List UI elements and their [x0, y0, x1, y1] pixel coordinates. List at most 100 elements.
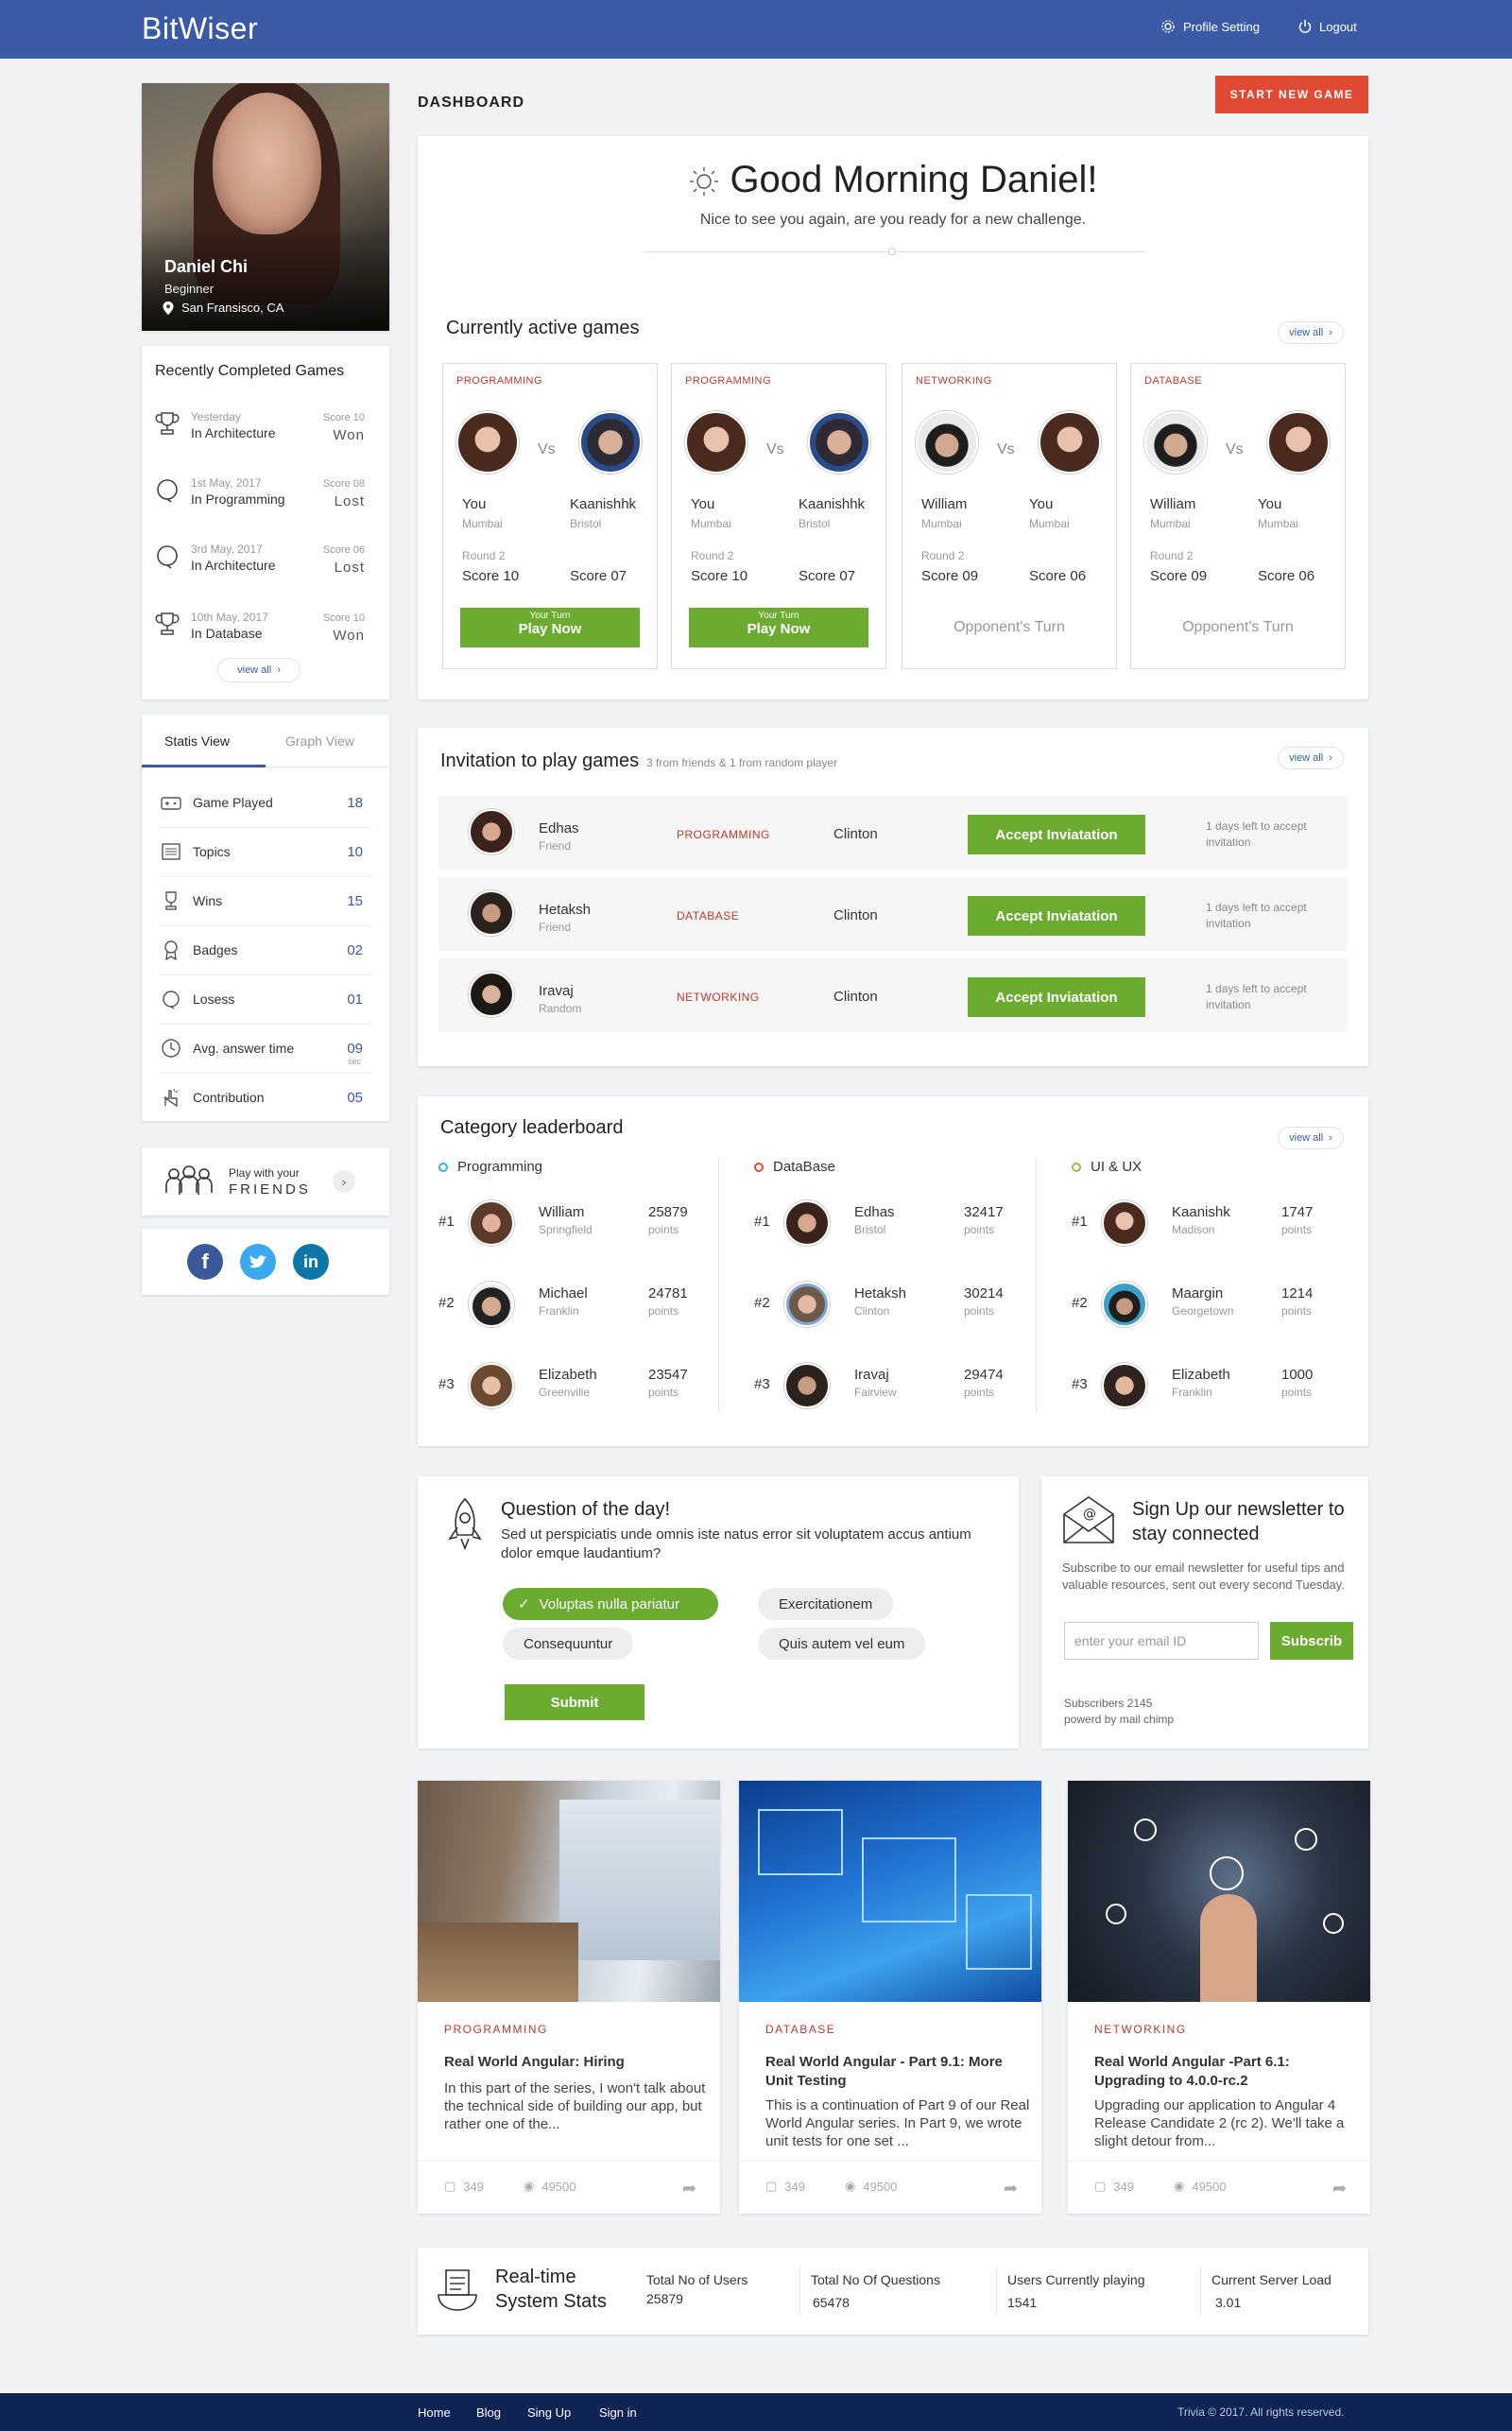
recent-games-panel: Recently Completed Games Yesterday In Ar…	[142, 346, 389, 699]
game-card[interactable]: PROGRAMMING Vs You Mumbai Kaanishhk Bris…	[442, 363, 658, 669]
profile-card[interactable]: Daniel Chi Beginner San Fransisco, CA	[142, 83, 389, 331]
avatar	[1102, 1200, 1147, 1246]
badge-icon	[164, 940, 178, 960]
leaderboard-row[interactable]: #1 William Springfield 25879 points	[438, 1197, 722, 1250]
footer-link-home[interactable]: Home	[418, 2405, 451, 2420]
ring-icon	[163, 991, 180, 1009]
share-icon[interactable]: ➦	[682, 2179, 696, 2198]
stat-row-losses: Losess 01	[159, 975, 372, 1025]
active-games-view-all[interactable]: view all ›	[1278, 321, 1344, 344]
profile-name: Daniel Chi	[164, 257, 249, 276]
group-icon	[165, 1165, 213, 1195]
start-new-game-button[interactable]: START NEW GAME	[1215, 76, 1368, 113]
game-card[interactable]: DATABASE Vs William Mumbai You Mumbai Ro…	[1130, 363, 1346, 669]
ring-icon	[157, 545, 178, 569]
circle-icon	[754, 1162, 764, 1172]
mail-icon: @	[1063, 1496, 1114, 1543]
leaderboard-row[interactable]: #2 Hetaksh Clinton 30214 points	[754, 1278, 1038, 1331]
recent-game-item[interactable]: 1st May, 2017 In Programming Score 08 Lo…	[142, 473, 389, 531]
invitations-view-all[interactable]: view all ›	[1278, 747, 1344, 769]
logout-link[interactable]: Logout	[1298, 19, 1357, 34]
play-with-friends-button[interactable]: Play with your FRIENDS ›	[142, 1147, 389, 1216]
avatar	[784, 1200, 830, 1246]
stat-row-topics: Topics 10	[159, 828, 372, 877]
leaderboard-row[interactable]: #2 Maargin Georgetown 1214 points	[1072, 1278, 1355, 1331]
profile-setting-link[interactable]: Profile Setting	[1160, 19, 1260, 34]
subscriber-info: Subscribers 2145 powerd by mail chimp	[1064, 1697, 1175, 1726]
power-icon	[1298, 20, 1312, 33]
share-icon[interactable]: ➦	[1332, 2179, 1347, 2198]
leaderboard-row[interactable]: #1 Edhas Bristol 32417 points	[754, 1197, 1038, 1250]
blog-card[interactable]: DATABASE Real World Angular - Part 9.1: …	[739, 1781, 1041, 2214]
accept-invitation-button[interactable]: Accept Inviatation	[968, 977, 1145, 1017]
stat-row-games-played: Game Played 18	[159, 779, 372, 828]
list-icon	[162, 843, 180, 860]
linkedin-icon[interactable]: in	[293, 1244, 329, 1280]
comments-count[interactable]: ▢ 349	[444, 2179, 484, 2194]
app-logo[interactable]: BitWiser	[142, 11, 258, 46]
answer-option[interactable]: Quis autem vel eum	[758, 1628, 926, 1660]
views-count: ◉ 49500	[524, 2179, 576, 2194]
play-now-button[interactable]: Your Turn Play Now	[689, 608, 868, 647]
newsletter-title: Sign Up our newsletter to stay connected	[1132, 1499, 1345, 1544]
twitter-icon[interactable]	[240, 1244, 276, 1280]
leaderboard-row[interactable]: #1 Kaanishk Madison 1747 points	[1072, 1197, 1355, 1250]
opponent-turn-status: Opponent's Turn	[954, 619, 1065, 635]
answer-option[interactable]: Consequuntur	[503, 1628, 634, 1660]
game-card[interactable]: PROGRAMMING Vs You Mumbai Kaanishhk Bris…	[671, 363, 886, 669]
share-icon[interactable]: ➦	[1004, 2179, 1018, 2198]
profile-setting-label: Profile Setting	[1183, 19, 1260, 34]
question-text: Sed ut perspiciatis unde omnis iste natu…	[501, 1526, 971, 1561]
blog-card[interactable]: NETWORKING Real World Angular -Part 6.1:…	[1068, 1781, 1370, 2214]
controller-icon	[161, 797, 181, 810]
avatar	[1102, 1282, 1147, 1327]
recent-view-all-button[interactable]: view all ›	[217, 658, 301, 682]
leaderboard-row[interactable]: #3 Iravaj Fairview 29474 points	[754, 1359, 1038, 1412]
avatar	[1267, 411, 1330, 474]
leaderboard-row[interactable]: #3 Elizabeth Franklin 1000 points	[1072, 1359, 1355, 1412]
profile-photo	[213, 93, 321, 234]
recent-game-item[interactable]: Yesterday In Architecture Score 10 Won	[142, 406, 389, 465]
game-card[interactable]: NETWORKING Vs William Mumbai You Mumbai …	[902, 363, 1117, 669]
accept-invitation-button[interactable]: Accept Inviatation	[968, 896, 1145, 936]
play-now-button[interactable]: Your Turn Play Now	[460, 608, 640, 647]
stat-row-contribution: Contribution 05	[159, 1074, 372, 1123]
submit-answer-button[interactable]: Submit	[505, 1684, 644, 1720]
facebook-icon[interactable]: f	[187, 1244, 223, 1280]
footer-link-signin[interactable]: Sign in	[599, 2405, 637, 2420]
trophy-icon	[155, 612, 180, 635]
footer-link-signup[interactable]: Sing Up	[527, 2405, 571, 2420]
chevron-right-icon: ›	[333, 1170, 355, 1193]
newsletter-text: Subscribe to our email newsletter for us…	[1062, 1560, 1345, 1592]
answer-option-selected[interactable]: ✓ Voluptas nulla pariatur	[503, 1588, 718, 1620]
recent-game-item[interactable]: 10th May, 2017 In Database Score 10 Won	[142, 607, 389, 665]
invitations-subtitle: 3 from friends & 1 from random player	[646, 756, 838, 769]
gear-icon	[1161, 20, 1175, 33]
leaderboard-row[interactable]: #2 Michael Franklin 24781 points	[438, 1278, 722, 1331]
sun-icon	[690, 167, 719, 197]
stats-tabs: Statis View Graph View	[142, 715, 389, 767]
views-count: ◉ 49500	[1174, 2179, 1227, 2194]
email-field[interactable]: enter your email ID	[1064, 1622, 1259, 1660]
comments-count[interactable]: ▢ 349	[1094, 2179, 1134, 2194]
invitation-row: Edhas Friend PROGRAMMING Clinton Accept …	[438, 796, 1348, 870]
accept-invitation-button[interactable]: Accept Inviatation	[968, 815, 1145, 854]
blog-card[interactable]: PROGRAMMING Real World Angular: Hiring I…	[418, 1781, 720, 2214]
blog-footer: ▢ 349 ◉ 49500 ➦	[418, 2161, 720, 2214]
tab-graph-view[interactable]: Graph View	[285, 733, 354, 749]
avatar	[685, 411, 747, 474]
answer-option[interactable]: Exercitationem	[758, 1588, 894, 1620]
leaderboard-view-all[interactable]: view all ›	[1278, 1127, 1344, 1149]
subscribe-button[interactable]: Subscrib	[1270, 1622, 1353, 1660]
chevron-right-icon: ›	[277, 664, 281, 676]
comments-count[interactable]: ▢ 349	[765, 2179, 805, 2194]
leaderboard-row[interactable]: #3 Elizabeth Greenville 23547 points	[438, 1359, 722, 1412]
stat-row-avg-time: Avg. answer time 09 sec	[159, 1025, 372, 1074]
footer-link-blog[interactable]: Blog	[476, 2405, 501, 2420]
leaderboard-title: Category leaderboard	[440, 1117, 624, 1138]
recent-game-item[interactable]: 3rd May, 2017 In Architecture Score 06 L…	[142, 539, 389, 597]
invitations-panel: Invitation to play games 3 from friends …	[418, 728, 1368, 1066]
trophy-icon	[155, 412, 180, 435]
blog-footer: ▢ 349 ◉ 49500 ➦	[1068, 2161, 1370, 2214]
tab-statis-view[interactable]: Statis View	[164, 733, 230, 749]
